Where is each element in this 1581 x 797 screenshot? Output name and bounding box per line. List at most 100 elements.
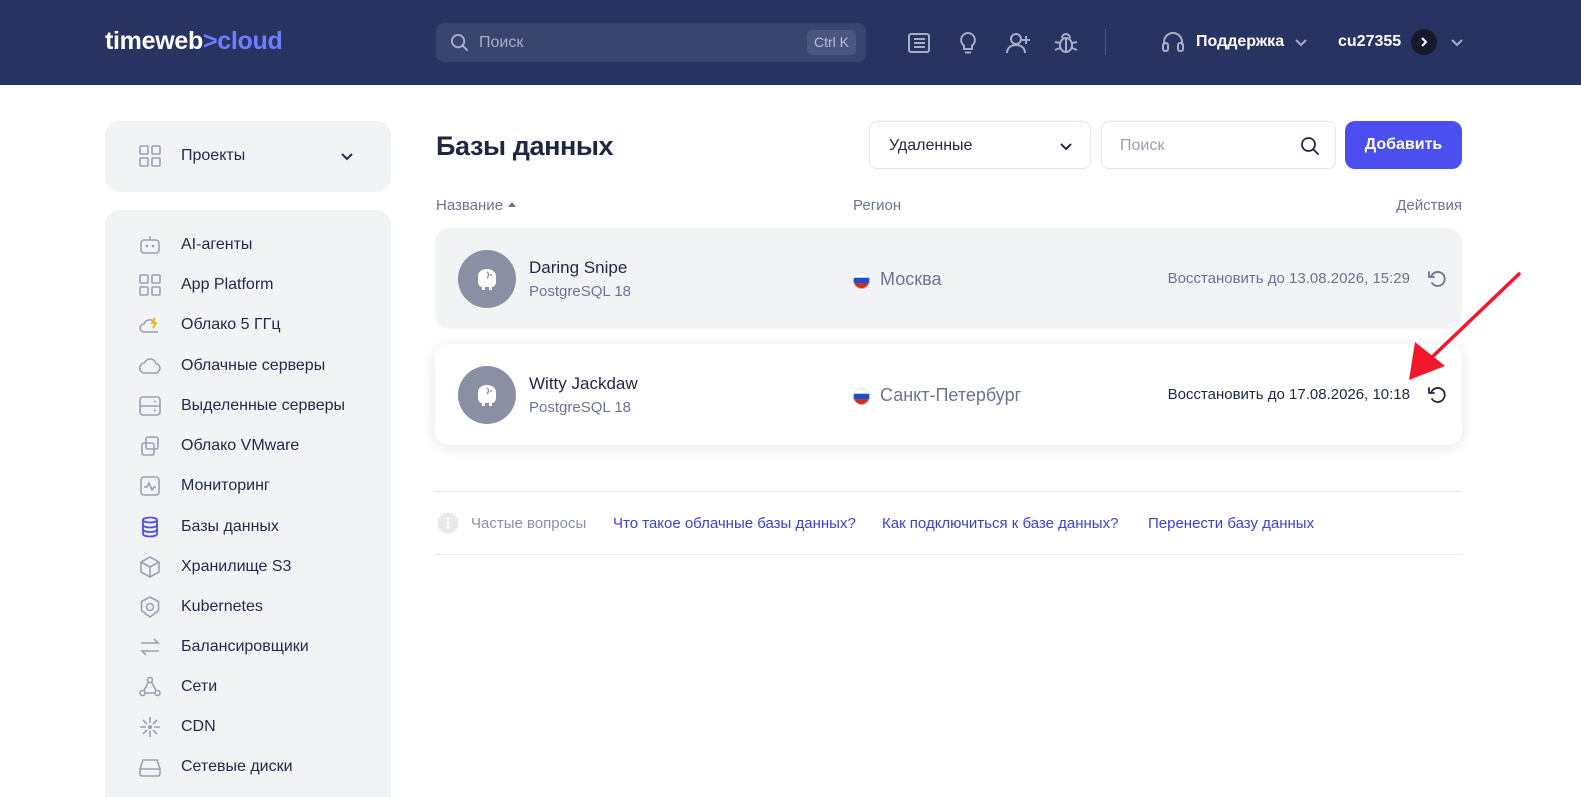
add-user-icon[interactable] [1005, 30, 1031, 56]
database-search-input[interactable]: Поиск [1101, 121, 1336, 169]
status-filter-select[interactable]: Удаленные [869, 121, 1091, 169]
headset-icon [1162, 32, 1184, 52]
vmware-icon [141, 436, 159, 456]
bug-icon[interactable] [1053, 30, 1079, 56]
database-type: PostgreSQL 18 [529, 399, 632, 416]
sidebar-item-ai-agents[interactable]: AI-агенты [105, 230, 391, 260]
search-shortcut-badge: Ctrl K [807, 30, 856, 55]
chevron-down-icon [1451, 39, 1463, 47]
postgresql-avatar [458, 366, 516, 424]
faq-link-what-are-cloud-db[interactable]: Что такое облачные базы данных? [613, 515, 856, 532]
annotation-arrow-icon [1409, 272, 1521, 380]
sidebar-item-label: Облако VMware [181, 437, 300, 454]
cloud-bolt-icon [139, 317, 158, 333]
disk-icon [139, 759, 161, 777]
chevron-down-icon [1295, 39, 1307, 47]
server-icon [139, 396, 161, 416]
support-label: Поддержка [1196, 33, 1285, 50]
database-row[interactable]: Witty Jackdaw PostgreSQL 18 Санкт-Петерб… [435, 344, 1462, 445]
sidebar-item-networks[interactable]: Сети [105, 672, 391, 702]
page-title: Базы данных [436, 131, 614, 161]
database-region: Санкт-Петербург [880, 385, 1022, 405]
logo-separator: > [202, 27, 218, 55]
database-region: Москва [880, 269, 942, 289]
projects-selector[interactable]: Проекты [105, 121, 391, 192]
header-divider [1105, 29, 1106, 55]
chevron-down-icon [341, 153, 353, 161]
global-search[interactable]: Поиск Ctrl K [436, 23, 866, 62]
divider [435, 491, 1462, 492]
projects-label: Проекты [181, 147, 246, 164]
lightbulb-icon[interactable] [955, 30, 981, 56]
logo[interactable]: timeweb>cloud [105, 27, 283, 56]
sidebar-item-label: Облачные серверы [181, 357, 326, 374]
sidebar-item-label: Базы данных [181, 518, 279, 535]
database-icon [142, 516, 158, 538]
monitoring-icon [140, 476, 160, 496]
sidebar-item-label: CDN [181, 718, 216, 735]
chevron-right-icon [1421, 37, 1428, 47]
grid-icon [139, 274, 161, 296]
restore-deadline: Восстановить до 13.08.2026, 15:29 [1167, 270, 1410, 287]
column-header-region: Регион [853, 197, 902, 214]
column-header-actions: Действия [1396, 197, 1462, 214]
sidebar-item-label: Балансировщики [181, 638, 309, 655]
faq-link-how-to-connect[interactable]: Как подключиться к базе данных? [882, 515, 1118, 532]
sidebar-item-databases[interactable]: Базы данных [105, 512, 391, 542]
restore-deadline: Восстановить до 17.08.2026, 10:18 [1167, 386, 1410, 403]
sidebar-item-label: Мониторинг [181, 477, 270, 494]
postgresql-avatar [458, 250, 516, 308]
sidebar-nav: AI-агенты App Platform Облако 5 ГГц Обла… [105, 210, 391, 797]
database-name[interactable]: Witty Jackdaw [529, 374, 638, 394]
elephant-icon [478, 269, 496, 290]
sidebar-item-dedicated-servers[interactable]: Выделенные серверы [105, 391, 391, 421]
robot-icon [140, 236, 160, 254]
grid-icon [139, 145, 161, 167]
user-menu[interactable]: cu27355 [1338, 28, 1465, 56]
logo-main: timeweb [105, 27, 203, 55]
username: cu27355 [1338, 33, 1402, 50]
faq-link-migrate-db[interactable]: Перенести базу данных [1148, 515, 1314, 532]
divider [435, 554, 1462, 555]
sidebar-item-label: Kubernetes [181, 598, 263, 615]
sidebar-item-monitoring[interactable]: Мониторинг [105, 471, 391, 501]
sort-asc-icon [508, 202, 517, 207]
docs-icon[interactable] [906, 30, 932, 56]
sidebar-item-s3-storage[interactable]: Хранилище S3 [105, 552, 391, 582]
search-icon [450, 33, 469, 52]
sidebar-item-app-platform[interactable]: App Platform [105, 270, 391, 300]
faq-label: Частые вопросы [471, 515, 587, 532]
global-search-placeholder: Поиск [479, 34, 524, 51]
russia-flag-icon [853, 272, 870, 289]
sidebar-item-kubernetes[interactable]: Kubernetes [105, 592, 391, 622]
sidebar-item-cloud-5ghz[interactable]: Облако 5 ГГц [105, 310, 391, 340]
balancer-icon [140, 638, 160, 656]
sidebar-item-vmware[interactable]: Облако VMware [105, 431, 391, 461]
top-navbar: timeweb>cloud Поиск Ctrl K Поддержка cu2… [0, 0, 1581, 85]
sidebar-item-cloud-servers[interactable]: Облачные серверы [105, 351, 391, 381]
sidebar-item-label: Выделенные серверы [181, 397, 346, 414]
database-search-placeholder: Поиск [1120, 137, 1165, 154]
sidebar-item-label: App Platform [181, 276, 274, 293]
logo-accent: cloud [217, 27, 283, 55]
database-row[interactable]: Daring Snipe PostgreSQL 18 Москва Восста… [435, 228, 1462, 329]
kubernetes-icon [140, 596, 160, 619]
sidebar-item-label: Облако 5 ГГц [181, 316, 281, 333]
database-name[interactable]: Daring Snipe [529, 258, 627, 278]
sidebar-item-network-disks[interactable]: Сетевые диски [105, 752, 391, 782]
sidebar-item-balancers[interactable]: Балансировщики [105, 632, 391, 662]
search-icon [1301, 137, 1319, 155]
column-header-name[interactable]: Название [436, 197, 517, 214]
support-menu[interactable]: Поддержка [1160, 28, 1309, 56]
database-type: PostgreSQL 18 [529, 283, 632, 300]
status-filter-value: Удаленные [889, 137, 973, 154]
sidebar-item-label: Сетевые диски [181, 758, 293, 775]
sidebar-item-label: AI-агенты [181, 236, 253, 253]
cdn-icon [140, 717, 160, 737]
elephant-icon [478, 385, 496, 406]
sidebar-item-cdn[interactable]: CDN [105, 712, 391, 742]
add-button[interactable]: Добавить [1345, 121, 1462, 169]
info-icon [437, 512, 459, 534]
cloud-icon [138, 358, 161, 374]
russia-flag-icon [853, 388, 870, 405]
